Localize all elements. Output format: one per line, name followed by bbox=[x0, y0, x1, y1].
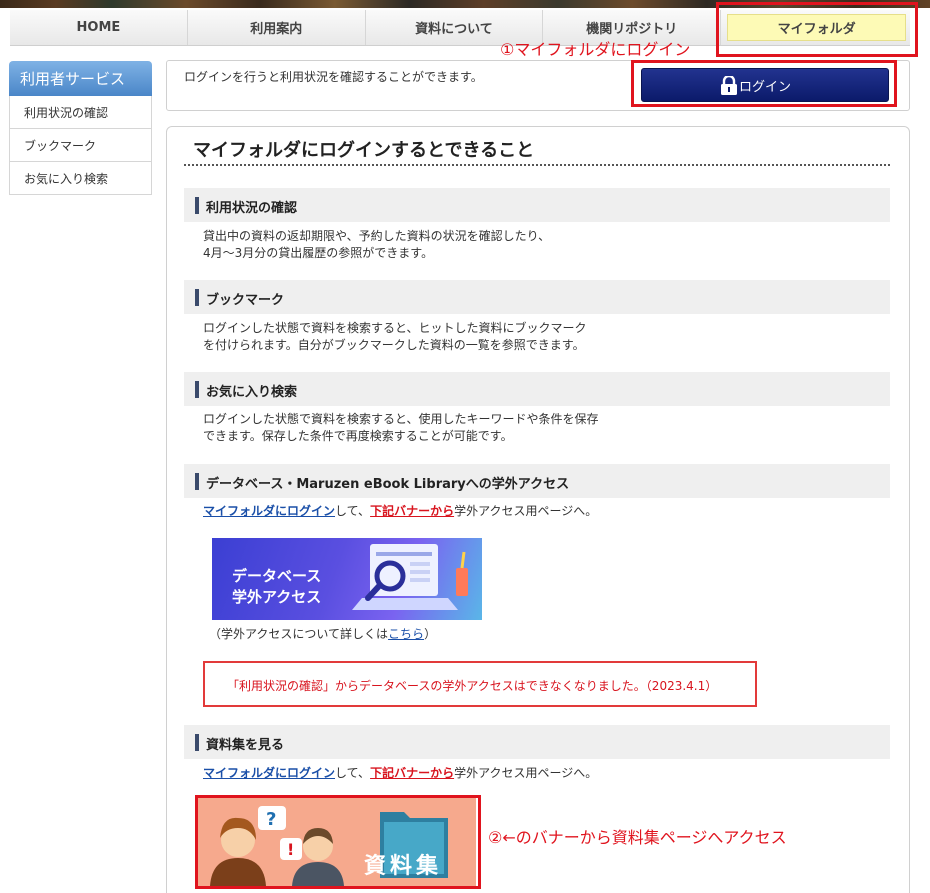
database-access-banner[interactable]: データベース 学外アクセス bbox=[212, 538, 482, 620]
page-title: マイフォルダにログインするとできること bbox=[193, 140, 535, 161]
text-fragment: ） bbox=[424, 627, 437, 641]
sidebar-title: 利用者サービス bbox=[9, 61, 152, 96]
highlight-myfolder-tab bbox=[716, 2, 918, 57]
access-detail-note: （学外アクセスについて詳しくはこちら） bbox=[209, 626, 436, 643]
section-heading-database-access: データベース・Maruzen eBook Libraryへの学外アクセス bbox=[184, 464, 890, 498]
banner-link[interactable]: 下記バナーから bbox=[370, 504, 454, 518]
database-access-instruction: マイフォルダにログインして、下記バナーから学外アクセス用ページへ。 bbox=[203, 503, 597, 520]
section-heading-bookmark: ブックマーク bbox=[184, 280, 890, 314]
banner-line: データベース bbox=[232, 567, 322, 585]
highlight-materials-banner bbox=[195, 795, 481, 889]
sidebar-item-bookmark[interactable]: ブックマーク bbox=[9, 129, 152, 162]
text-fragment: （学外アクセスについて詳しくは bbox=[209, 627, 389, 641]
nav-guide[interactable]: 利用案内 bbox=[188, 10, 366, 45]
myfolder-login-link[interactable]: マイフォルダにログイン bbox=[203, 504, 335, 518]
text-line: 貸出中の資料の返却期限や、予約した資料の状況を確認したり、 bbox=[203, 229, 551, 243]
note-login-step: ①マイフォルダにログイン bbox=[500, 40, 691, 59]
section-body-bookmark: ログインした状態で資料を検索すると、ヒットした資料にブックマーク を付けられます… bbox=[203, 320, 587, 354]
text-fragment: して、 bbox=[335, 504, 371, 518]
materials-instruction: マイフォルダにログインして、下記バナーから学外アクセス用ページへ。 bbox=[203, 765, 597, 782]
text-fragment: して、 bbox=[335, 766, 371, 780]
sidebar-item-favorite-search[interactable]: お気に入り検索 bbox=[9, 162, 152, 195]
text-line: できます。保存した条件で再度検索することが可能です。 bbox=[203, 429, 513, 443]
note-materials-step: ②←のバナーから資料集ページへアクセス bbox=[488, 828, 787, 847]
banner-label: データベース 学外アクセス bbox=[232, 566, 321, 608]
title-divider bbox=[184, 164, 890, 166]
sidebar-item-usage[interactable]: 利用状況の確認 bbox=[9, 96, 152, 129]
login-description: ログインを行うと利用状況を確認することができます。 bbox=[184, 70, 483, 84]
nav-home[interactable]: HOME bbox=[10, 10, 188, 45]
text-line: ログインした状態で資料を検索すると、ヒットした資料にブックマーク bbox=[203, 321, 587, 335]
text-fragment: 学外アクセス用ページへ。 bbox=[454, 766, 598, 780]
text-fragment: 学外アクセス用ページへ。 bbox=[454, 504, 598, 518]
section-heading-favorite-search: お気に入り検索 bbox=[184, 372, 890, 406]
section-body-favorite-search: ログインした状態で資料を検索すると、使用したキーワードや条件を保存 できます。保… bbox=[203, 411, 599, 445]
text-line: を付けられます。自分がブックマークした資料の一覧を参照できます。 bbox=[203, 338, 585, 352]
section-heading-usage: 利用状況の確認 bbox=[184, 188, 890, 222]
section-body-usage: 貸出中の資料の返却期限や、予約した資料の状況を確認したり、 4月～3月分の貸出履… bbox=[203, 228, 550, 262]
notice-box: 「利用状況の確認」からデータベースの学外アクセスはできなくなりました。（2023… bbox=[203, 661, 757, 707]
text-line: 4月～3月分の貸出履歴の参照ができます。 bbox=[203, 246, 434, 260]
banner-link[interactable]: 下記バナーから bbox=[370, 766, 454, 780]
banner-line: 学外アクセス bbox=[232, 588, 322, 606]
section-heading-materials: 資料集を見る bbox=[184, 725, 890, 759]
highlight-login-button bbox=[631, 60, 897, 107]
details-link[interactable]: こちら bbox=[388, 627, 424, 641]
text-line: ログインした状態で資料を検索すると、使用したキーワードや条件を保存 bbox=[203, 412, 599, 426]
myfolder-login-link[interactable]: マイフォルダにログイン bbox=[203, 766, 335, 780]
